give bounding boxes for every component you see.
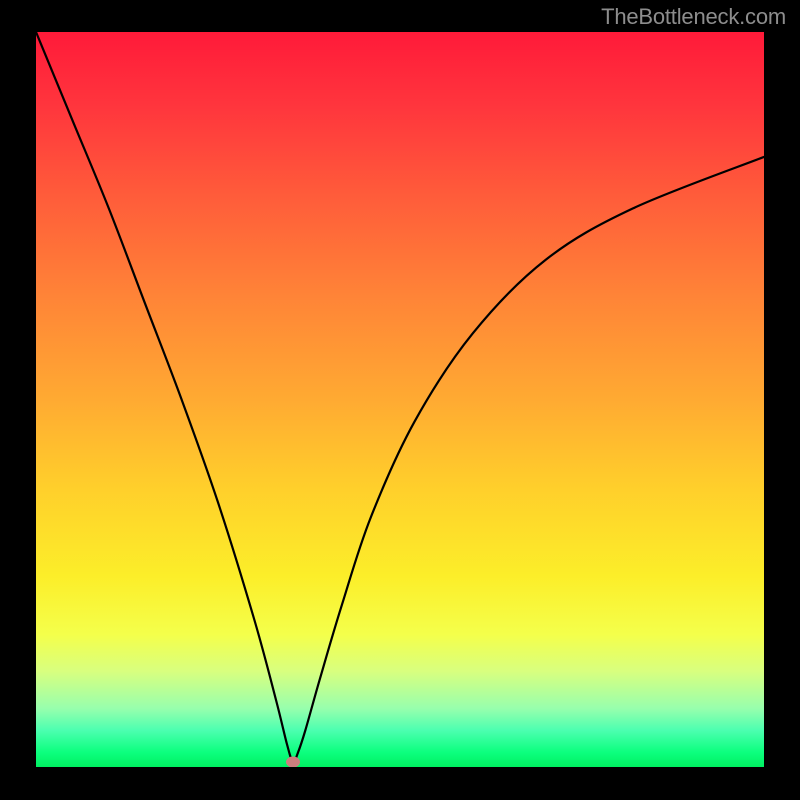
attribution-label: TheBottleneck.com xyxy=(601,4,786,30)
minimum-marker xyxy=(286,756,300,767)
bottleneck-curve xyxy=(36,32,764,767)
chart-frame: TheBottleneck.com xyxy=(0,0,800,800)
plot-area xyxy=(36,32,764,767)
